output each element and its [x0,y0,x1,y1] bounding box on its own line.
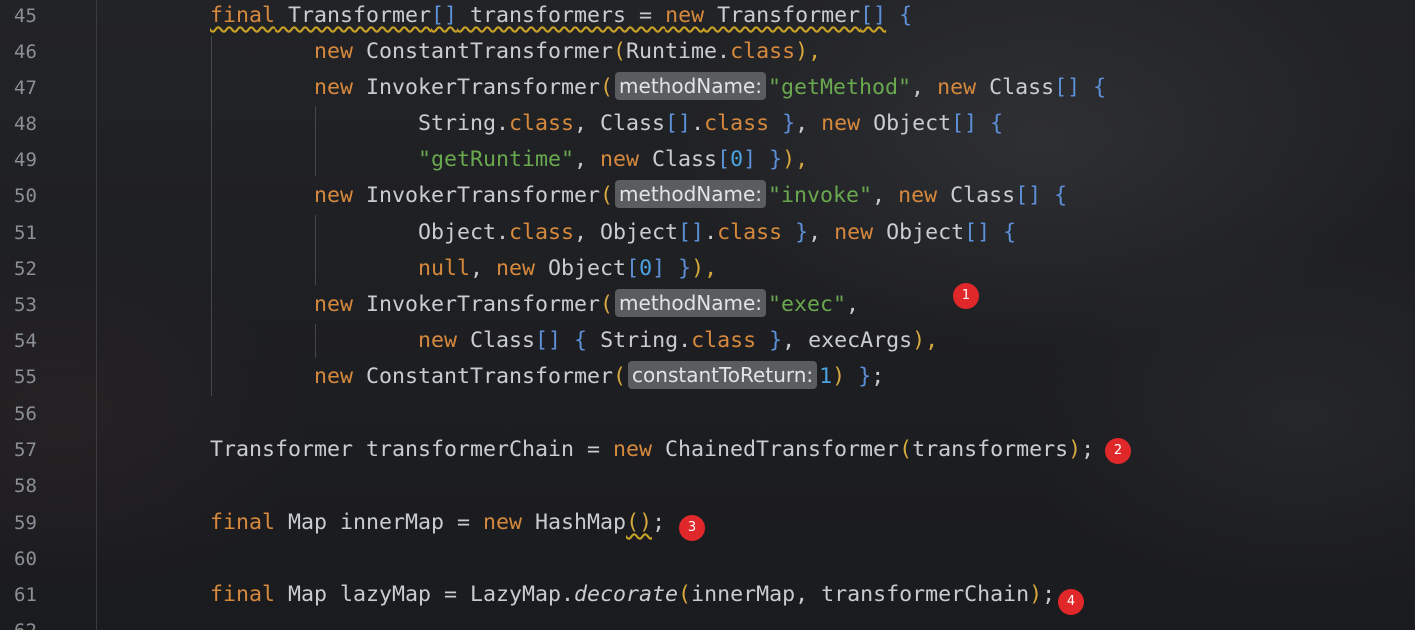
line-number: 53 [14,294,37,316]
parameter-hint: constantToReturn: [628,361,818,389]
line-number: 60 [14,548,37,570]
code-text: Transformer transformerChain = new Chain… [210,437,1095,462]
annotation-marker-4: 4 [1058,589,1084,615]
code-text: final Transformer[] transformers = new T… [210,3,913,28]
code-line[interactable]: 52 null, new Object[0] }), [0,251,1415,287]
code-line[interactable]: 53 new InvokerTransformer(methodName: "ex… [0,287,1415,323]
line-number: 61 [14,584,37,606]
line-number: 47 [14,77,37,99]
code-line[interactable]: 60 [0,541,1415,577]
line-number: 54 [14,330,37,352]
annotation-marker-3: 3 [679,515,705,541]
code-line[interactable]: 57 Transformer transformerChain = new Ch… [0,432,1415,468]
code-line[interactable]: 59 final Map innerMap = new HashMap(); [0,505,1415,541]
code-text: new ConstantTransformer(constantToReturn… [314,361,885,389]
code-text: final Map lazyMap = LazyMap.decorate(inn… [210,582,1056,607]
code-line[interactable]: 54 new Class[] { String.class }, execArg… [0,323,1415,359]
code-line[interactable]: 51 Object.class, Object[].class }, new O… [0,215,1415,251]
code-text: new Class[] { String.class }, execArgs), [418,328,939,353]
code-text: new ConstantTransformer(Runtime.class), [314,39,822,64]
code-line[interactable]: 58 [0,468,1415,504]
line-number: 59 [14,512,37,534]
code-line[interactable]: 46 new ConstantTransformer(Runtime.class… [0,34,1415,70]
code-editor[interactable]: 45 final Transformer[] transformers = ne… [0,0,1415,630]
code-line[interactable]: 56 [0,396,1415,432]
line-number: 62 [14,613,58,630]
code-line[interactable]: 50 new InvokerTransformer(methodName: "in… [0,178,1415,214]
line-number: 56 [14,403,37,425]
code-text: String.class, Class[].class }, new Objec… [418,111,1004,136]
code-line[interactable]: 48 String.class, Class[].class }, new Ob… [0,106,1415,142]
code-line[interactable]: 55 new ConstantTransformer(constantToRet… [0,359,1415,395]
code-line[interactable]: 45 final Transformer[] transformers = ne… [0,0,1415,34]
line-number: 52 [14,258,37,280]
code-text: "getRuntime", new Class[0] }), [418,147,809,172]
code-text: null, new Object[0] }), [418,256,718,281]
code-text: new InvokerTransformer(methodName: "exec"… [314,289,860,317]
line-number: 46 [14,41,37,63]
code-line[interactable]: 49 "getRuntime", new Class[0] }), [0,142,1415,178]
line-number: 58 [14,475,37,497]
line-number: 49 [14,149,37,171]
line-number: 48 [14,113,37,135]
code-line[interactable]: 47 new InvokerTransformer(methodName: "ge… [0,70,1415,106]
line-number: 55 [14,366,37,388]
code-text: final Map innerMap = new HashMap(); [210,510,666,535]
parameter-hint: methodName: [615,180,767,208]
parameter-hint: methodName: [615,72,767,100]
code-line[interactable]: 62 [0,613,1415,630]
code-text: Object.class, Object[].class }, new Obje… [418,220,1017,245]
parameter-hint: methodName: [615,289,767,317]
annotation-marker-1: 1 [953,283,979,309]
code-text: new InvokerTransformer(methodName: "getMe… [314,72,1107,100]
line-number: 45 [14,5,37,27]
annotation-marker-2: 2 [1105,438,1131,464]
line-number: 57 [14,439,37,461]
line-number: 51 [14,222,37,244]
line-number: 50 [14,185,37,207]
code-line[interactable]: 61 final Map lazyMap = LazyMap.decorate(… [0,577,1415,613]
code-text: new InvokerTransformer(methodName: "invok… [314,180,1068,208]
